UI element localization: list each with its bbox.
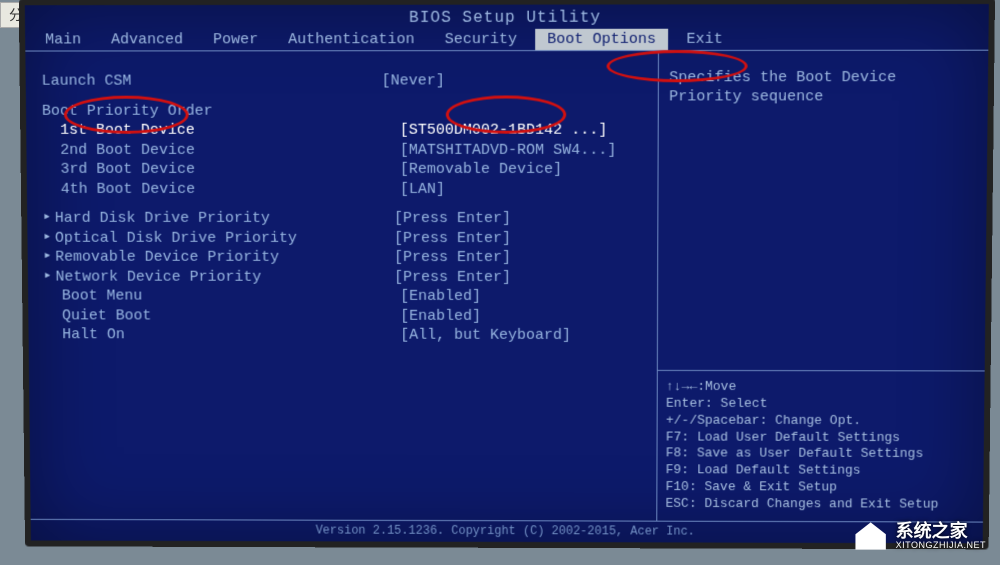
quiet-boot[interactable]: Quiet Boot[Enabled] — [44, 306, 649, 326]
boot-priority-header: Boot Priority Order — [42, 101, 650, 121]
boot-device-1[interactable]: 1st Boot Device[ST500DM002-1BD142 ...] — [42, 121, 650, 141]
network-priority[interactable]: Network Device Priority[Press Enter] — [44, 267, 650, 287]
odd-priority[interactable]: Optical Disk Drive Priority[Press Enter] — [43, 228, 649, 248]
menu-power[interactable]: Power — [201, 29, 270, 50]
bios-title: BIOS Setup Utility — [25, 4, 989, 29]
menu-exit[interactable]: Exit — [674, 29, 735, 50]
watermark-url: XITONGZHIJIA.NET — [896, 541, 986, 550]
options-pane: Launch CSM [Never] Boot Priority Order 1… — [25, 51, 659, 521]
menu-security[interactable]: Security — [433, 29, 530, 50]
help-line: F8: Save as User Default Settings — [666, 446, 974, 463]
help-line: F10: Save & Exit Setup — [666, 479, 974, 497]
hdd-priority[interactable]: Hard Disk Drive Priority[Press Enter] — [43, 209, 650, 229]
menu-boot-options[interactable]: Boot Options — [535, 29, 668, 50]
help-pane: ↑↓→←:Move Enter: Select +/-/Spacebar: Ch… — [658, 371, 985, 522]
help-line: F7: Load User Default Settings — [666, 429, 974, 446]
watermark-title: 系统之家 — [896, 522, 986, 541]
boot-device-2[interactable]: 2nd Boot Device[MATSHITADVD-ROM SW4...] — [42, 140, 650, 160]
boot-menu[interactable]: Boot Menu[Enabled] — [44, 287, 649, 307]
watermark: 系统之家 XITONGZHIJIA.NET — [852, 519, 986, 553]
help-line: ↑↓→←:Move — [666, 379, 975, 396]
bios-screen: BIOS Setup Utility Main Advanced Power A… — [19, 0, 995, 549]
boot-device-4[interactable]: 4th Boot Device[LAN] — [43, 179, 650, 199]
help-line: +/-/Spacebar: Change Opt. — [666, 412, 974, 429]
help-line: F9: Load Default Settings — [666, 463, 974, 481]
boot-device-3[interactable]: 3rd Boot Device[Removable Device] — [43, 160, 650, 180]
menu-authentication[interactable]: Authentication — [276, 29, 427, 50]
option-label: Launch CSM — [42, 71, 382, 91]
help-line: Enter: Select — [666, 396, 974, 413]
option-value: [Never] — [382, 71, 651, 91]
bios-menu-bar: Main Advanced Power Authentication Secur… — [25, 28, 988, 51]
halt-on[interactable]: Halt On[All, but Keyboard] — [44, 325, 649, 345]
house-icon — [852, 519, 890, 553]
help-line: ESC: Discard Changes and Exit Setup — [666, 496, 974, 514]
removable-priority[interactable]: Removable Device Priority[Press Enter] — [43, 248, 649, 268]
menu-advanced[interactable]: Advanced — [99, 29, 195, 50]
bios-footer: Version 2.15.1236. Copyright (C) 2002-20… — [31, 520, 983, 544]
menu-main[interactable]: Main — [33, 29, 93, 50]
option-launch-csm[interactable]: Launch CSM [Never] — [42, 71, 651, 91]
description-pane: Specifies the Boot Device Priority seque… — [658, 51, 988, 372]
